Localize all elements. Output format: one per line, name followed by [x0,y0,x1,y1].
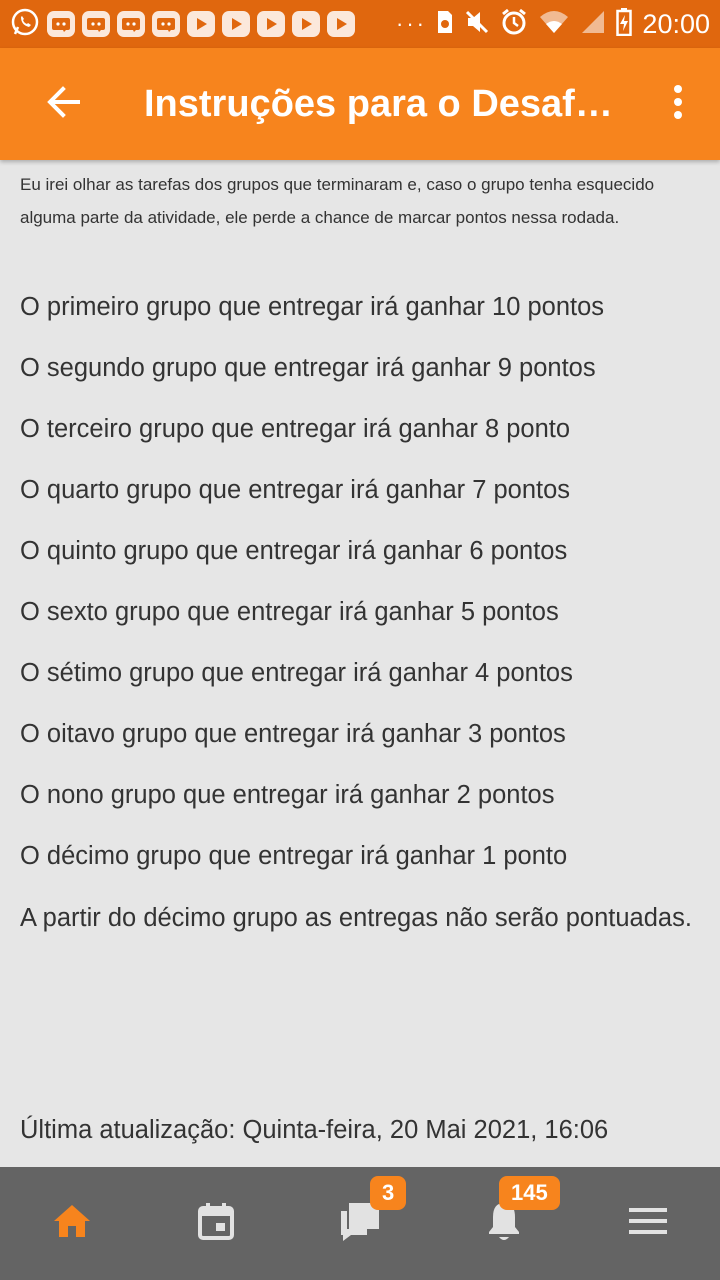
arrow-back-icon [46,84,82,125]
more-options-button[interactable] [654,64,702,144]
bottom-nav: 3 145 [0,1167,720,1280]
nav-menu[interactable] [576,1167,720,1280]
signal-icon [580,9,606,40]
intro-text: Eu irei olhar as tarefas dos grupos que … [20,175,655,227]
discord-icon [47,11,75,37]
notification-icons: ··· [10,7,427,42]
nav-notifications[interactable]: 145 [432,1167,576,1280]
nav-home[interactable] [0,1167,144,1280]
youtube-icon [292,11,320,37]
whatsapp-icon [10,7,40,42]
rule-item: O terceiro grupo que entregar irá ganhar… [20,415,571,443]
home-icon [52,1203,92,1244]
calendar-icon [197,1202,235,1245]
rules-list: O primeiro grupo que entregar irá ganhar… [20,292,700,935]
youtube-icon [222,11,250,37]
rule-item: O primeiro grupo que entregar irá ganhar… [20,293,605,321]
rule-item: O sexto grupo que entregar irá ganhar 5 … [20,598,559,626]
nav-calendar[interactable] [144,1167,288,1280]
discord-icon [82,11,110,37]
rule-item: O oitavo grupo que entregar irá ganhar 3… [20,720,566,748]
battery-icon [616,7,633,41]
last-updated: Última atualização: Quinta-feira, 20 Mai… [20,1116,609,1144]
notifications-badge: 145 [499,1176,560,1210]
storage-icon [434,9,454,40]
clock: 20:00 [642,8,710,39]
app-bar: Instruções para o Desafi… [0,48,720,160]
mute-icon [464,9,490,40]
rule-item: O sétimo grupo que entregar irá ganhar 4… [20,659,573,687]
youtube-icon [327,11,355,37]
nav-messages[interactable]: 3 [288,1167,432,1280]
more-vert-icon [672,84,684,125]
rule-item: O segundo grupo que entregar irá ganhar … [20,354,596,382]
discord-icon [117,11,145,37]
rule-item: O nono grupo que entregar irá ganhar 2 p… [20,781,555,809]
rule-item: O décimo grupo que entregar irá ganhar 1… [20,842,568,870]
hamburger-menu-icon [628,1207,668,1240]
page-title: Instruções para o Desafi… [144,82,614,125]
youtube-icon [187,11,215,37]
status-bar: ··· 20:00 [0,0,720,48]
system-icons: 20:00 [434,7,710,41]
rule-item: O quarto grupo que entregar irá ganhar 7… [20,476,571,504]
back-button[interactable] [24,64,104,144]
alarm-icon [500,8,528,41]
final-note: A partir do décimo grupo as entregas não… [20,904,692,932]
page-content: Eu irei olhar as tarefas dos grupos que … [20,168,700,935]
discord-icon [152,11,180,37]
overflow-indicator: ··· [396,11,427,36]
youtube-icon [257,11,285,37]
wifi-icon [538,9,570,40]
rule-item: O quinto grupo que entregar irá ganhar 6… [20,537,568,565]
messages-badge: 3 [370,1176,407,1210]
